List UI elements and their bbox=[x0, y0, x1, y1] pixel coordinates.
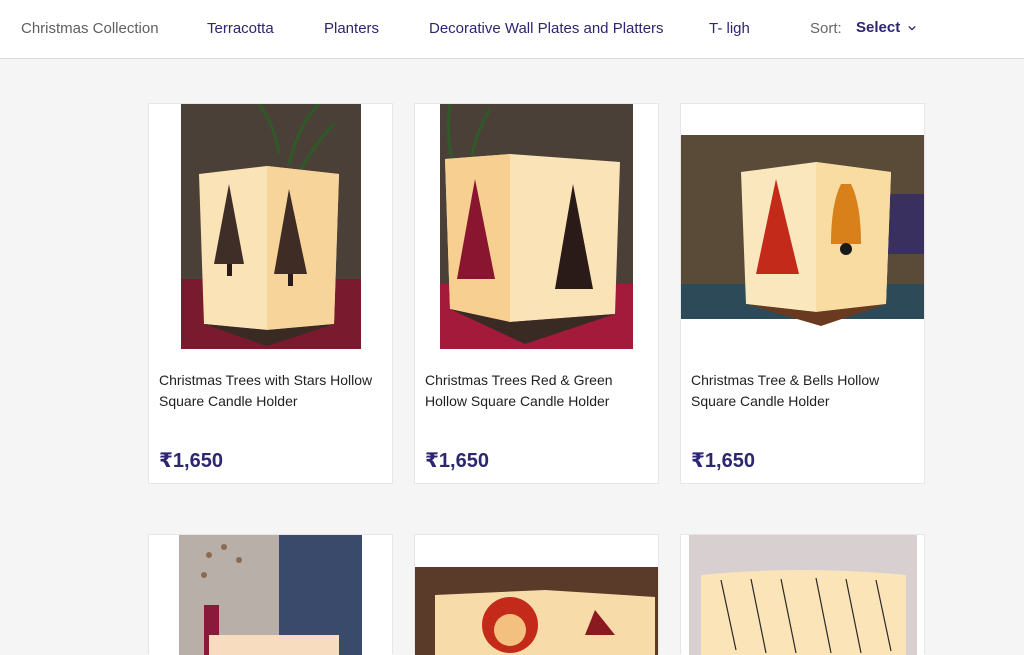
product-image[interactable] bbox=[681, 104, 924, 349]
product-card[interactable] bbox=[148, 534, 393, 655]
product-image[interactable] bbox=[681, 535, 924, 655]
product-price: ₹1,650 bbox=[159, 450, 223, 472]
top-nav-bar: Christmas Collection Terracotta Planters… bbox=[0, 0, 1024, 59]
product-title[interactable]: Christmas Trees Red & Green Hollow Squar… bbox=[425, 370, 653, 412]
chevron-down-icon bbox=[908, 25, 916, 31]
category-wall-plates[interactable]: Decorative Wall Plates and Platters bbox=[429, 20, 664, 38]
product-card[interactable] bbox=[680, 534, 925, 655]
category-terracotta[interactable]: Terracotta bbox=[207, 20, 274, 38]
product-image[interactable] bbox=[149, 535, 392, 655]
product-image[interactable] bbox=[415, 535, 658, 655]
product-title[interactable]: Christmas Tree & Bells Hollow Square Can… bbox=[691, 370, 919, 412]
sort-dropdown[interactable]: Select bbox=[856, 19, 916, 36]
category-t-lights[interactable]: T- ligh bbox=[709, 20, 750, 38]
product-title[interactable]: Christmas Trees with Stars Hollow Square… bbox=[159, 370, 387, 412]
sort-label: Sort: bbox=[810, 20, 842, 37]
breadcrumb[interactable]: Christmas Collection bbox=[21, 20, 159, 38]
product-price: ₹1,650 bbox=[425, 450, 489, 472]
sort-value: Select bbox=[856, 19, 901, 36]
category-planters[interactable]: Planters bbox=[324, 20, 379, 38]
product-price: ₹1,650 bbox=[691, 450, 755, 472]
product-card[interactable]: Christmas Tree & Bells Hollow Square Can… bbox=[680, 103, 925, 484]
product-card[interactable] bbox=[414, 534, 659, 655]
product-image[interactable] bbox=[149, 104, 392, 349]
product-image[interactable] bbox=[415, 104, 658, 349]
product-card[interactable]: Christmas Trees with Stars Hollow Square… bbox=[148, 103, 393, 484]
product-card[interactable]: Christmas Trees Red & Green Hollow Squar… bbox=[414, 103, 659, 484]
